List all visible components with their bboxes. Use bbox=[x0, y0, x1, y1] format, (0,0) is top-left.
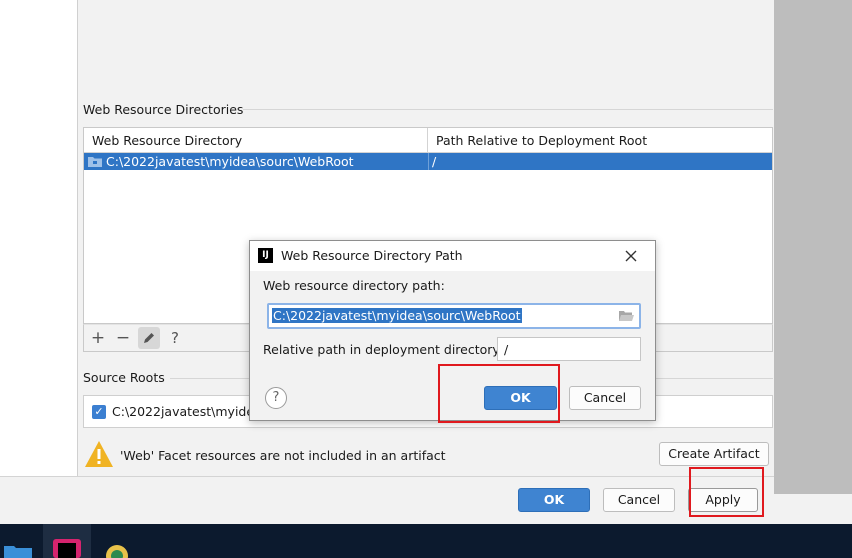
browse-folder-icon[interactable] bbox=[619, 310, 634, 322]
row-directory-cell: C:\2022javatest\myidea\sourc\WebRoot bbox=[106, 154, 354, 169]
help-button[interactable]: ? bbox=[164, 327, 186, 349]
create-artifact-button[interactable]: Create Artifact bbox=[659, 442, 769, 466]
taskbar-item-intellij[interactable] bbox=[43, 524, 91, 558]
dialog-cancel-button[interactable]: Cancel bbox=[569, 386, 641, 410]
warning-icon bbox=[85, 441, 113, 467]
folder-icon bbox=[88, 157, 102, 167]
background-strip bbox=[774, 0, 852, 494]
dialog-title-bar: IJ Web Resource Directory Path bbox=[250, 241, 655, 271]
dialog-help-button[interactable]: ? bbox=[265, 387, 287, 409]
footer-extension bbox=[774, 494, 852, 524]
column-header-directory[interactable]: Web Resource Directory bbox=[84, 128, 428, 153]
column-header-path[interactable]: Path Relative to Deployment Root bbox=[428, 128, 772, 153]
cancel-button[interactable]: Cancel bbox=[603, 488, 675, 512]
path-input-value: C:\2022javatest\myidea\sourc\WebRoot bbox=[272, 308, 522, 323]
source-root-checkbox[interactable]: ✓ bbox=[92, 405, 106, 419]
taskbar bbox=[0, 524, 852, 558]
source-root-path: C:\2022javatest\myidea\ bbox=[112, 404, 266, 419]
left-sidebar bbox=[0, 0, 78, 476]
path-label: Web resource directory path: bbox=[263, 278, 445, 293]
file-explorer-icon bbox=[4, 546, 32, 558]
warning-message: 'Web' Facet resources are not included i… bbox=[120, 448, 446, 463]
app-icon bbox=[106, 545, 128, 558]
web-resource-section-title: Web Resource Directories bbox=[83, 102, 244, 117]
column-separator bbox=[428, 153, 429, 170]
relative-path-input[interactable]: / bbox=[497, 337, 641, 361]
directory-path-input[interactable]: C:\2022javatest\myidea\sourc\WebRoot bbox=[267, 303, 641, 329]
remove-button[interactable]: − bbox=[112, 327, 134, 349]
source-roots-title: Source Roots bbox=[83, 370, 165, 385]
relative-path-value: / bbox=[504, 342, 509, 357]
pencil-icon bbox=[144, 333, 154, 343]
add-button[interactable]: + bbox=[87, 327, 109, 349]
relative-path-label: Relative path in deployment directory: bbox=[263, 342, 504, 357]
row-path-cell: / bbox=[432, 154, 437, 169]
ok-button[interactable]: OK bbox=[518, 488, 590, 512]
dialog-title: Web Resource Directory Path bbox=[281, 248, 463, 263]
edit-button[interactable] bbox=[138, 327, 160, 349]
highlight-box-ok bbox=[438, 364, 560, 423]
highlight-box-apply bbox=[689, 467, 764, 517]
section-divider bbox=[243, 109, 773, 110]
intellij-icon: IJ bbox=[258, 248, 273, 263]
intellij-icon bbox=[53, 539, 81, 558]
table-row[interactable]: C:\2022javatest\myidea\sourc\WebRoot / bbox=[84, 153, 772, 170]
close-icon[interactable] bbox=[625, 250, 637, 262]
